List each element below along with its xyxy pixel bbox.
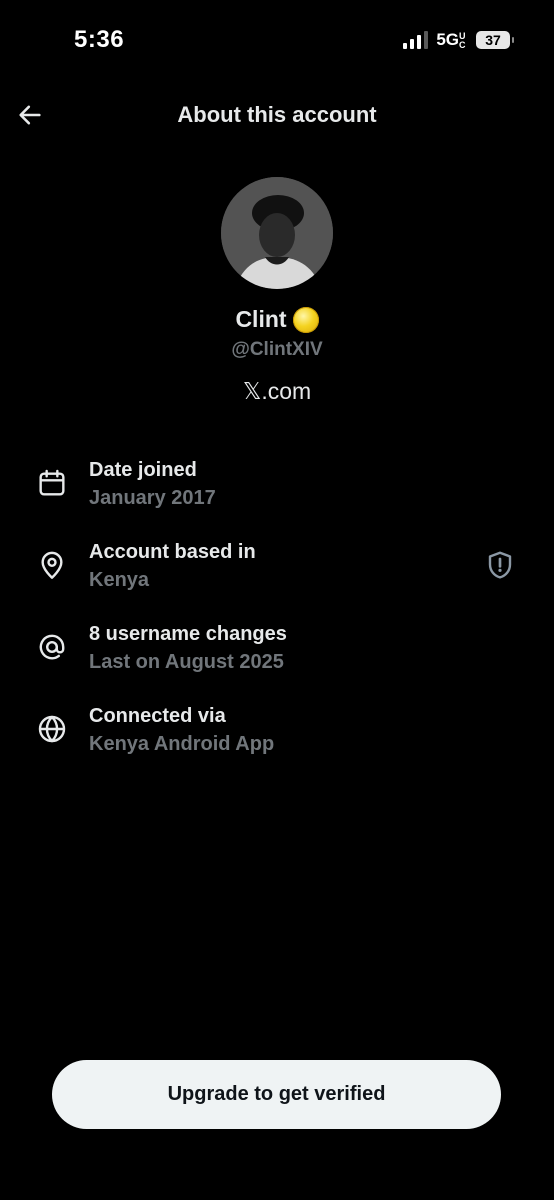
status-bar: 5:36 5GUC 37 bbox=[0, 0, 554, 80]
battery-icon: 37 bbox=[476, 31, 514, 49]
info-item-date-joined: Date joined January 2017 bbox=[0, 455, 554, 537]
globe-icon bbox=[38, 715, 66, 743]
account-based-in-title: Account based in bbox=[89, 541, 256, 563]
location-pin-icon bbox=[41, 551, 63, 579]
status-indicators: 5GUC 37 bbox=[403, 30, 514, 50]
platform-label: 𝕏.com bbox=[242, 378, 312, 404]
avatar bbox=[221, 177, 333, 289]
at-sign-icon bbox=[39, 634, 65, 660]
emoji-badge-icon bbox=[292, 306, 319, 333]
page-title: About this account bbox=[177, 102, 377, 127]
date-joined-title: Date joined bbox=[89, 459, 197, 481]
signal-icon bbox=[403, 31, 429, 49]
shield-alert-icon[interactable] bbox=[484, 549, 516, 581]
info-item-username-changes: 8 username changes Last on August 2025 bbox=[0, 619, 554, 701]
battery-level: 37 bbox=[485, 32, 501, 48]
info-item-account-based-in: Account based in Kenya bbox=[0, 537, 554, 619]
status-time: 5:36 bbox=[74, 26, 125, 53]
network-label: 5GUC bbox=[436, 30, 468, 50]
connected-via-title: Connected via bbox=[89, 705, 226, 727]
info-item-connected-via: Connected via Kenya Android App bbox=[0, 701, 554, 783]
profile-name: Clint bbox=[235, 306, 287, 332]
connected-via-value: Kenya Android App bbox=[89, 733, 275, 755]
username-changes-title: 8 username changes bbox=[89, 623, 287, 645]
network-suffix: UC bbox=[459, 30, 466, 50]
account-info-list: Date joined January 2017 Account based i… bbox=[0, 455, 554, 783]
date-joined-value: January 2017 bbox=[89, 487, 216, 509]
upgrade-verified-button[interactable]: Upgrade to get verified bbox=[52, 1060, 501, 1129]
calendar-icon bbox=[39, 469, 65, 496]
account-based-in-value: Kenya bbox=[89, 569, 150, 591]
profile-handle: @ClintXIV bbox=[231, 339, 323, 360]
header: About this account bbox=[0, 90, 554, 140]
username-changes-value: Last on August 2025 bbox=[89, 651, 284, 673]
profile-name-row: Clint bbox=[0, 306, 554, 333]
